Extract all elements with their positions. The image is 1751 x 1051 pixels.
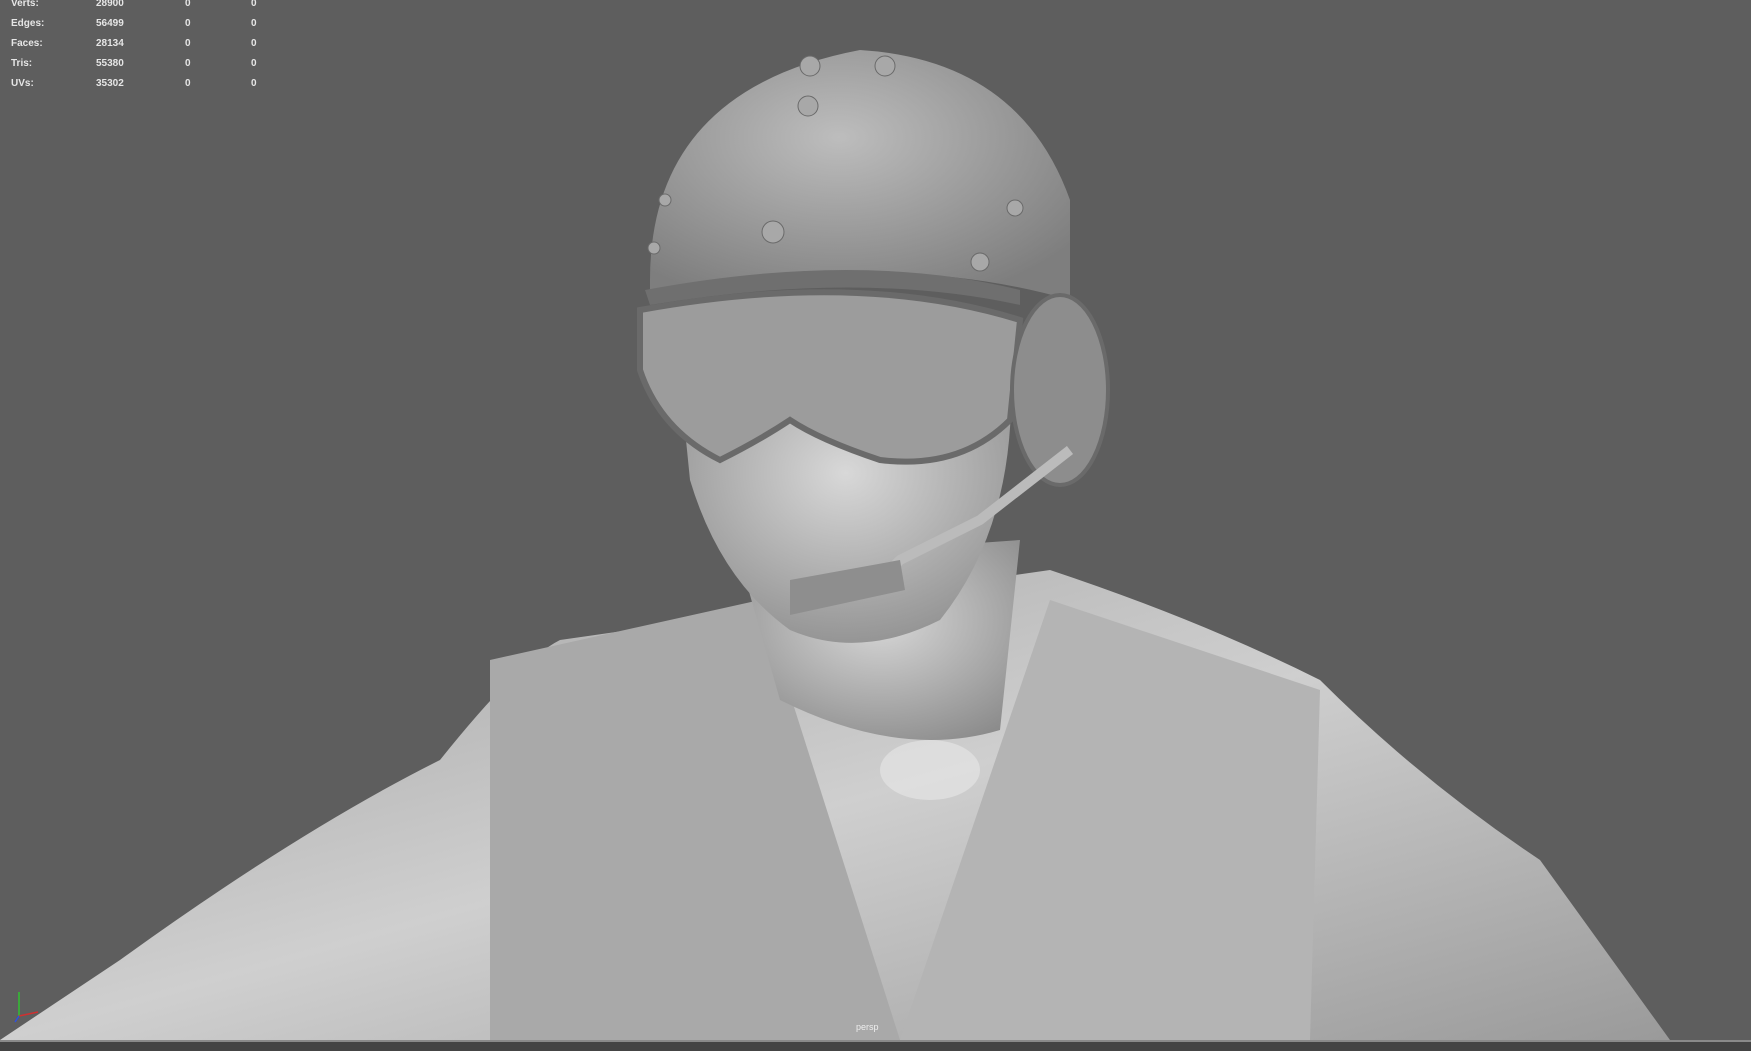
hud-extra: 0 <box>251 78 257 89</box>
hud-selected: 0 <box>185 58 191 69</box>
hud-selected: 0 <box>185 38 191 49</box>
hud-label: UVs: <box>11 78 34 89</box>
hud-label: Faces: <box>11 38 43 49</box>
character-model[interactable] <box>0 0 1751 1040</box>
hud-label: Edges: <box>11 18 45 29</box>
camera-label: persp <box>856 1022 879 1032</box>
hud-total: 55380 <box>96 58 124 69</box>
hud-total: 28134 <box>96 38 124 49</box>
hud-extra: 0 <box>251 18 257 29</box>
hud-extra: 0 <box>251 58 257 69</box>
hud-total: 35302 <box>96 78 124 89</box>
hud-total: 28900 <box>96 0 124 9</box>
hud-label: Tris: <box>11 58 33 69</box>
hud-selected: 0 <box>185 78 191 89</box>
hud-label: Verts: <box>11 0 39 9</box>
viewport-bottom-bar <box>0 1040 1751 1051</box>
axis-gizmo-icon <box>14 992 39 1023</box>
hud-total: 56499 <box>96 18 124 29</box>
hud-extra: 0 <box>251 0 257 9</box>
hud-extra: 0 <box>251 38 257 49</box>
hud-selected: 0 <box>185 18 191 29</box>
hud-selected: 0 <box>185 0 191 9</box>
3d-viewport[interactable]: Verts: 28900 0 0 Edges: 56499 0 0 Faces:… <box>0 0 1751 1040</box>
